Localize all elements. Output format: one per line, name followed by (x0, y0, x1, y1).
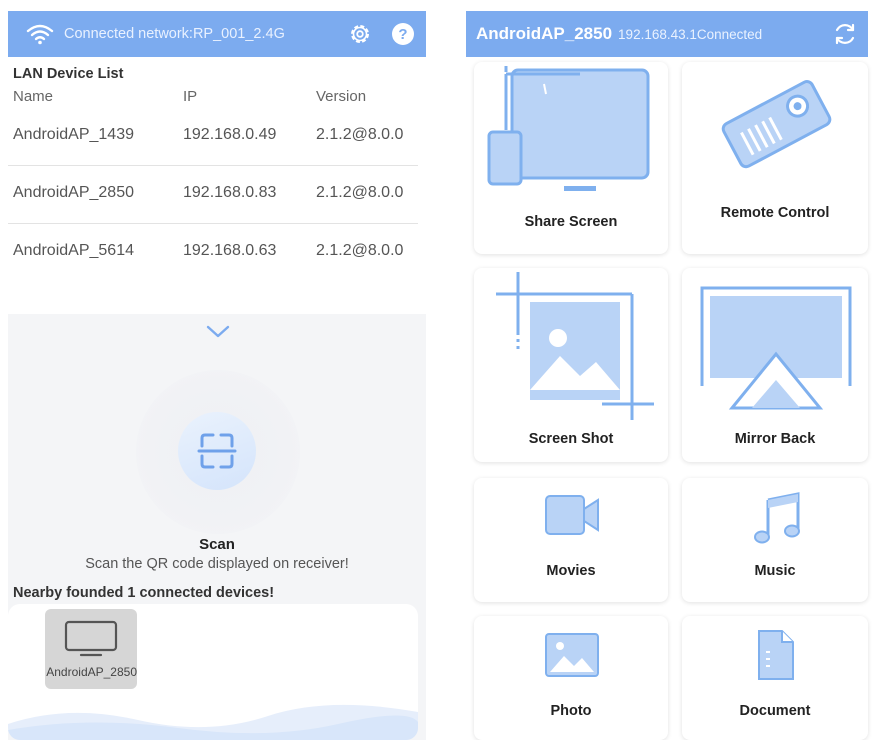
device-row[interactable]: AndroidAP_1439 192.168.0.49 2.1.2@8.0.0 (8, 108, 418, 166)
nearby-device-name: AndroidAP_2850 (46, 665, 137, 679)
wifi-icon (26, 24, 54, 45)
left-panel: Connected network:RP_001_2.4G ? LAN Devi… (0, 0, 436, 740)
device-name: AndroidAP_5614 (13, 242, 134, 259)
nearby-devices-card: AndroidAP_2850 (8, 604, 418, 740)
device-ip: 192.168.0.63 (183, 242, 277, 259)
right-panel: AndroidAP_2850 192.168.43.1Connected Sha… (466, 0, 872, 740)
tile-share-screen[interactable]: Share Screen (474, 62, 668, 254)
tile-remote-control[interactable]: Remote Control (682, 62, 868, 254)
tile-label: Document (739, 703, 811, 719)
connected-device-name: AndroidAP_2850 (476, 24, 613, 43)
music-note-icon (754, 492, 800, 544)
gear-icon[interactable] (348, 22, 372, 46)
tile-label: Music (754, 563, 796, 579)
tile-screen-shot[interactable]: Screen Shot (474, 268, 668, 462)
scan-title: Scan (199, 536, 235, 553)
tile-label: Photo (550, 703, 592, 719)
device-ip: 192.168.0.49 (183, 126, 277, 143)
network-bar: Connected network:RP_001_2.4G ? (8, 11, 426, 57)
connection-bar: AndroidAP_2850 192.168.43.1Connected (466, 11, 868, 57)
document-icon (758, 630, 794, 680)
device-name: AndroidAP_2850 (13, 184, 134, 201)
device-row[interactable]: AndroidAP_5614 192.168.0.63 2.1.2@8.0.0 (8, 224, 418, 282)
tile-label: Share Screen (524, 214, 618, 230)
tile-label: Movies (546, 563, 596, 579)
scan-button[interactable] (178, 412, 256, 490)
help-icon[interactable]: ? (392, 23, 414, 45)
device-row[interactable]: AndroidAP_2850 192.168.0.83 2.1.2@8.0.0 (8, 166, 418, 224)
wave-decoration (8, 704, 418, 740)
scan-panel: Scan Scan the QR code displayed on recei… (8, 314, 426, 740)
tile-label: Mirror Back (734, 431, 816, 447)
device-ip: 192.168.0.83 (183, 184, 277, 201)
connection-status: 192.168.43.1Connected (618, 26, 763, 42)
column-header-name: Name (13, 88, 54, 105)
scan-subtitle: Scan the QR code displayed on receiver! (85, 556, 349, 572)
tile-photo[interactable]: Photo (474, 616, 668, 740)
photo-icon (545, 633, 599, 677)
projector-icon (721, 80, 832, 169)
tile-label: Screen Shot (528, 431, 614, 447)
share-screen-icon (487, 66, 650, 191)
device-version: 2.1.2@8.0.0 (316, 126, 404, 143)
nearby-devices-text: Nearby founded 1 connected devices! (13, 585, 275, 601)
tile-movies[interactable]: Movies (474, 478, 668, 602)
tile-label: Remote Control (720, 205, 830, 221)
tv-icon (64, 620, 118, 657)
tile-document[interactable]: Document (682, 616, 868, 740)
tile-music[interactable]: Music (682, 478, 868, 602)
video-camera-icon (545, 495, 599, 535)
crop-image-icon (496, 272, 654, 420)
column-header-ip: IP (183, 88, 198, 105)
device-version: 2.1.2@8.0.0 (316, 242, 404, 259)
refresh-icon[interactable] (832, 21, 858, 47)
network-label: Connected network:RP_001_2.4G (64, 26, 285, 42)
chevron-down-icon[interactable] (204, 322, 232, 340)
column-header-version: Version (316, 88, 367, 105)
device-name: AndroidAP_1439 (13, 126, 134, 143)
lan-device-list-title: LAN Device List (13, 66, 124, 82)
qr-scan-icon (197, 433, 237, 469)
tile-mirror-back[interactable]: Mirror Back (682, 268, 868, 462)
nearby-device[interactable]: AndroidAP_2850 (45, 609, 137, 689)
mirror-back-icon (700, 286, 852, 410)
device-version: 2.1.2@8.0.0 (316, 184, 404, 201)
